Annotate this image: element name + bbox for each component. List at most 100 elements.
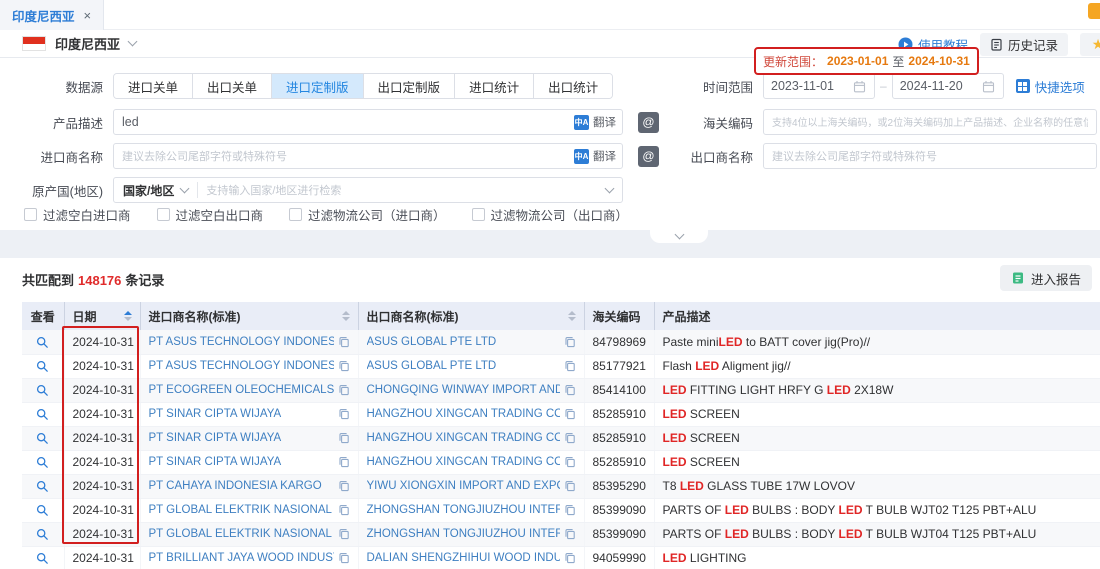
column-header[interactable]: 日期 — [64, 302, 140, 330]
checkbox-icon[interactable] — [289, 208, 302, 221]
hs-code-input[interactable] — [763, 109, 1097, 135]
exporter-link[interactable]: HANGZHOU XINGCAN TRADING CO LTD — [367, 432, 560, 444]
exporter-name-input[interactable] — [763, 143, 1097, 169]
copy-icon[interactable] — [338, 504, 350, 516]
product-desc-input[interactable] — [113, 109, 623, 135]
sort-icon[interactable] — [342, 311, 350, 321]
chevron-down-icon[interactable] — [605, 184, 615, 194]
view-magnifier-icon[interactable] — [36, 336, 49, 349]
exporter-link[interactable]: YIWU XIONGXIN IMPORT AND EXPORT... — [367, 480, 560, 492]
hs-code-cell: 85399090 — [584, 498, 654, 522]
exporter-link[interactable]: HANGZHOU XINGCAN TRADING CO LTD — [367, 408, 560, 420]
exporter-link[interactable]: ASUS GLOBAL PTE LTD — [367, 360, 560, 372]
view-magnifier-icon[interactable] — [36, 528, 49, 541]
hs-code-cell: 85285910 — [584, 450, 654, 474]
data-source-tab[interactable]: 出口关单 — [193, 74, 272, 98]
close-icon[interactable]: × — [84, 8, 92, 23]
view-magnifier-icon[interactable] — [36, 456, 49, 469]
copy-icon[interactable] — [564, 552, 576, 564]
importer-link[interactable]: PT SINAR CIPTA WIJAYA — [149, 432, 334, 444]
translate-button[interactable]: 中A 翻译 — [574, 148, 616, 164]
quick-options-link[interactable]: 快捷选项 — [1016, 77, 1085, 96]
copy-icon[interactable] — [338, 336, 350, 348]
column-header[interactable]: 出口商名称(标准) — [358, 302, 584, 330]
exporter-link[interactable]: DALIAN SHENGZHIHUI WOOD INDUST... — [367, 552, 560, 564]
origin-field: 国家/地区 — [113, 177, 623, 203]
column-header[interactable]: 进口商名称(标准) — [140, 302, 358, 330]
view-magnifier-icon[interactable] — [36, 408, 49, 421]
enter-report-button[interactable]: 进入报告 — [1000, 265, 1092, 291]
product-desc-label: 产品描述 — [0, 113, 113, 132]
product-desc-cell: T8 LED GLASS TUBE 17W LOVOV — [654, 474, 1100, 498]
update-range-start: 2023-01-01 — [827, 54, 888, 68]
favorite-button[interactable]: ★ — [1080, 33, 1100, 56]
data-source-tab[interactable]: 出口统计 — [534, 74, 612, 98]
view-magnifier-icon[interactable] — [36, 552, 49, 565]
importer-link[interactable]: PT SINAR CIPTA WIJAYA — [149, 456, 334, 468]
origin-type-select[interactable]: 国家/地区 — [114, 182, 197, 199]
importer-name-input[interactable] — [113, 143, 623, 169]
copy-icon[interactable] — [564, 384, 576, 396]
checkbox-icon[interactable] — [157, 208, 170, 221]
grid-icon — [1016, 79, 1030, 93]
copy-icon[interactable] — [338, 552, 350, 564]
exporter-link[interactable]: CHONGQING WINWAY IMPORT AND E... — [367, 384, 560, 396]
importer-link[interactable]: PT ASUS TECHNOLOGY INDONESIA BA... — [149, 360, 334, 372]
start-date-field[interactable] — [763, 73, 875, 99]
exporter-link[interactable]: HANGZHOU XINGCAN TRADING CO LTD — [367, 456, 560, 468]
end-date-field[interactable] — [892, 73, 1004, 99]
sort-icon[interactable] — [124, 311, 132, 321]
view-magnifier-icon[interactable] — [36, 480, 49, 493]
importer-link[interactable]: PT CAHAYA INDONESIA KARGO — [149, 480, 334, 492]
collapse-panel-tab[interactable] — [650, 230, 708, 243]
copy-icon[interactable] — [338, 456, 350, 468]
filter-checkbox[interactable]: 过滤物流公司（进口商） — [289, 205, 446, 224]
translate-button[interactable]: 中A 翻译 — [574, 114, 616, 130]
view-magnifier-icon[interactable] — [36, 360, 49, 373]
data-source-tab[interactable]: 出口定制版 — [364, 74, 456, 98]
copy-icon[interactable] — [564, 480, 576, 492]
copy-icon[interactable] — [338, 528, 350, 540]
checkbox-icon[interactable] — [472, 208, 485, 221]
history-button[interactable]: 历史记录 — [980, 33, 1068, 56]
checkbox-icon[interactable] — [24, 208, 37, 221]
copy-icon[interactable] — [564, 528, 576, 540]
copy-icon[interactable] — [564, 432, 576, 444]
chevron-down-icon[interactable] — [128, 37, 138, 47]
importer-link[interactable]: PT GLOBAL ELEKTRIK NASIONAL — [149, 504, 334, 516]
copy-icon[interactable] — [338, 480, 350, 492]
data-source-tab[interactable]: 进口定制版 — [272, 74, 364, 98]
copy-icon[interactable] — [564, 336, 576, 348]
end-date-input[interactable] — [900, 79, 978, 93]
copy-icon[interactable] — [338, 360, 350, 372]
importer-link[interactable]: PT SINAR CIPTA WIJAYA — [149, 408, 334, 420]
start-date-input[interactable] — [771, 79, 849, 93]
importer-link[interactable]: PT BRILLIANT JAYA WOOD INDUSTRY — [149, 552, 334, 564]
sort-icon[interactable] — [568, 311, 576, 321]
view-magnifier-icon[interactable] — [36, 384, 49, 397]
importer-link[interactable]: PT GLOBAL ELEKTRIK NASIONAL — [149, 528, 334, 540]
copy-icon[interactable] — [338, 384, 350, 396]
exporter-link[interactable]: ZHONGSHAN TONGJIUZHOU INTERNA... — [367, 528, 560, 540]
view-magnifier-icon[interactable] — [36, 432, 49, 445]
view-magnifier-icon[interactable] — [36, 504, 49, 517]
importer-link[interactable]: PT ASUS TECHNOLOGY INDONESIA BA... — [149, 336, 334, 348]
exporter-link[interactable]: ZHONGSHAN TONGJIUZHOU INTERNA... — [367, 504, 560, 516]
product-desc-cell: Paste miniLED to BATT cover jig(Pro)// — [654, 330, 1100, 354]
origin-search-input[interactable] — [198, 183, 597, 197]
copy-icon[interactable] — [564, 456, 576, 468]
copy-icon[interactable] — [564, 360, 576, 372]
copy-icon[interactable] — [564, 408, 576, 420]
data-source-tab[interactable]: 进口关单 — [114, 74, 193, 98]
exporter-link[interactable]: ASUS GLOBAL PTE LTD — [367, 336, 560, 348]
table-header-row: 查看日期进口商名称(标准)出口商名称(标准)海关编码产品描述 — [22, 302, 1100, 330]
filter-checkbox[interactable]: 过滤空白进口商 — [24, 205, 131, 224]
filter-checkbox[interactable]: 过滤物流公司（出口商） — [472, 205, 629, 224]
data-source-tab[interactable]: 进口统计 — [455, 74, 534, 98]
copy-icon[interactable] — [564, 504, 576, 516]
copy-icon[interactable] — [338, 408, 350, 420]
window-tab[interactable]: 印度尼西亚 × — [0, 0, 104, 30]
copy-icon[interactable] — [338, 432, 350, 444]
filter-checkbox[interactable]: 过滤空白出口商 — [157, 205, 264, 224]
importer-link[interactable]: PT ECOGREEN OLEOCHEMICALS — [149, 384, 334, 396]
